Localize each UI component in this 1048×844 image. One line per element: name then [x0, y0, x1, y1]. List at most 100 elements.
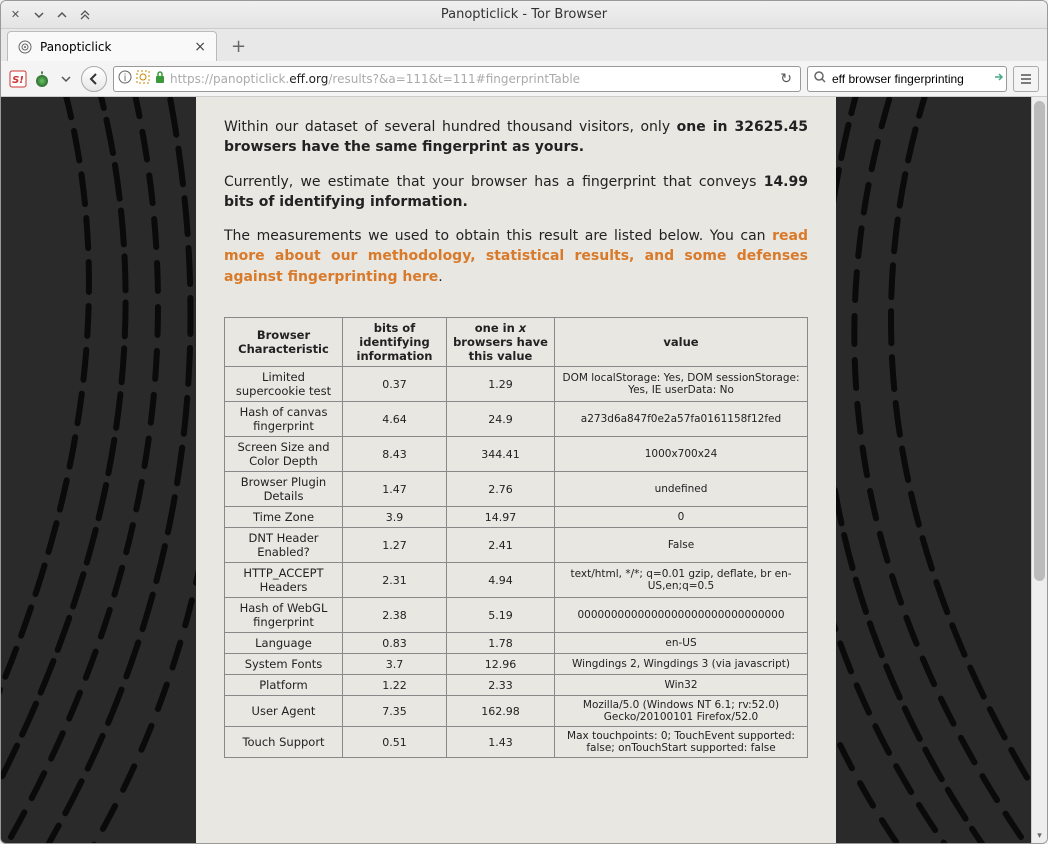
- cell-c: System Fonts: [225, 654, 343, 675]
- cell-v: DOM localStorage: Yes, DOM sessionStorag…: [555, 367, 808, 402]
- search-bar[interactable]: [807, 66, 1007, 92]
- tab-close-button[interactable]: ×: [194, 39, 206, 55]
- summary-paragraph-2: Currently, we estimate that your browser…: [224, 172, 808, 213]
- cell-b: 0.37: [343, 367, 447, 402]
- cell-v: False: [555, 528, 808, 563]
- tab-title: Panopticlick: [40, 40, 111, 54]
- minimize-window-button[interactable]: [32, 8, 45, 21]
- cell-o: 5.19: [447, 598, 555, 633]
- cell-c: Language: [225, 633, 343, 654]
- cell-b: 4.64: [343, 402, 447, 437]
- browser-tab[interactable]: Panopticlick ×: [7, 31, 217, 61]
- scrollbar-down-arrow[interactable]: ▾: [1032, 829, 1047, 843]
- table-row: Limited supercookie test0.371.29DOM loca…: [225, 367, 808, 402]
- cell-c: Hash of canvas fingerprint: [225, 402, 343, 437]
- cell-c: Limited supercookie test: [225, 367, 343, 402]
- cell-c: User Agent: [225, 696, 343, 727]
- tab-favicon-icon: [18, 40, 32, 54]
- col-bits: bits of identifying information: [343, 318, 447, 367]
- page-viewport: Within our dataset of several hundred th…: [1, 97, 1031, 843]
- search-go-icon[interactable]: [993, 71, 1005, 86]
- restore-window-button[interactable]: [78, 8, 91, 21]
- cell-c: Touch Support: [225, 727, 343, 758]
- cell-c: Platform: [225, 675, 343, 696]
- cell-o: 4.94: [447, 563, 555, 598]
- cell-b: 1.22: [343, 675, 447, 696]
- cell-b: 3.7: [343, 654, 447, 675]
- cell-v: en-US: [555, 633, 808, 654]
- url-text: https://panopticlick.eff.org/results?&a=…: [170, 72, 772, 86]
- vertical-scrollbar[interactable]: ▾: [1031, 97, 1047, 843]
- col-value: value: [555, 318, 808, 367]
- back-button[interactable]: [81, 66, 107, 92]
- search-icon: [814, 71, 826, 86]
- cell-v: 1000x700x24: [555, 437, 808, 472]
- svg-text:S!: S!: [12, 75, 24, 86]
- cell-o: 24.9: [447, 402, 555, 437]
- addon-s3-icon[interactable]: S!: [9, 70, 27, 88]
- cell-o: 1.29: [447, 367, 555, 402]
- security-level-dropdown[interactable]: [57, 70, 75, 88]
- cell-o: 344.41: [447, 437, 555, 472]
- reload-button[interactable]: ↻: [776, 71, 796, 87]
- table-row: Hash of canvas fingerprint4.6424.9a273d6…: [225, 402, 808, 437]
- cell-o: 12.96: [447, 654, 555, 675]
- window-titlebar: ✕ Panopticlick - Tor Browser: [1, 1, 1047, 29]
- cell-c: Hash of WebGL fingerprint: [225, 598, 343, 633]
- summary-paragraph-3: The measurements we used to obtain this …: [224, 226, 808, 287]
- table-row: System Fonts3.712.96Wingdings 2, Wingdin…: [225, 654, 808, 675]
- cell-o: 14.97: [447, 507, 555, 528]
- cell-v: 0: [555, 507, 808, 528]
- cell-b: 2.31: [343, 563, 447, 598]
- svg-text:i: i: [124, 73, 127, 84]
- close-window-button[interactable]: ✕: [9, 8, 22, 21]
- cell-c: HTTP_ACCEPT Headers: [225, 563, 343, 598]
- cell-v: Max touchpoints: 0; TouchEvent supported…: [555, 727, 808, 758]
- cell-v: Wingdings 2, Wingdings 3 (via javascript…: [555, 654, 808, 675]
- table-row: HTTP_ACCEPT Headers2.314.94text/html, */…: [225, 563, 808, 598]
- lock-icon[interactable]: [154, 70, 166, 87]
- cell-c: DNT Header Enabled?: [225, 528, 343, 563]
- cell-o: 2.76: [447, 472, 555, 507]
- table-row: User Agent7.35162.98Mozilla/5.0 (Windows…: [225, 696, 808, 727]
- navigation-toolbar: S! i https://panopticlick.eff.org/result…: [1, 61, 1047, 97]
- tab-strip: Panopticlick × +: [1, 29, 1047, 61]
- search-input[interactable]: [832, 72, 987, 86]
- cell-b: 1.47: [343, 472, 447, 507]
- identity-info-icon[interactable]: i: [118, 70, 132, 87]
- tracking-protection-icon[interactable]: [136, 70, 150, 87]
- table-row: DNT Header Enabled?1.272.41False: [225, 528, 808, 563]
- window-title: Panopticlick - Tor Browser: [1, 7, 1047, 22]
- cell-c: Browser Plugin Details: [225, 472, 343, 507]
- table-row: Browser Plugin Details1.472.76undefined: [225, 472, 808, 507]
- cell-v: a273d6a847f0e2a57fa0161158f12fed: [555, 402, 808, 437]
- fingerprint-table: Browser Characteristic bits of identifyi…: [224, 317, 808, 758]
- maximize-window-button[interactable]: [55, 8, 68, 21]
- new-tab-button[interactable]: +: [223, 32, 254, 61]
- address-bar[interactable]: i https://panopticlick.eff.org/results?&…: [113, 66, 801, 92]
- table-row: Screen Size and Color Depth8.43344.41100…: [225, 437, 808, 472]
- cell-b: 3.9: [343, 507, 447, 528]
- browser-window: ✕ Panopticlick - Tor Browser Panopticlic…: [0, 0, 1048, 844]
- scrollbar-thumb[interactable]: [1034, 101, 1045, 581]
- tor-onion-icon[interactable]: [33, 70, 51, 88]
- table-row: Time Zone3.914.970: [225, 507, 808, 528]
- cell-b: 8.43: [343, 437, 447, 472]
- window-controls: ✕: [9, 8, 91, 21]
- page-main-content: Within our dataset of several hundred th…: [196, 97, 836, 843]
- cell-b: 1.27: [343, 528, 447, 563]
- table-row: Platform1.222.33Win32: [225, 675, 808, 696]
- cell-b: 2.38: [343, 598, 447, 633]
- cell-o: 162.98: [447, 696, 555, 727]
- table-row: Hash of WebGL fingerprint2.385.190000000…: [225, 598, 808, 633]
- col-one-in-x: one in x browsers have this value: [447, 318, 555, 367]
- cell-v: 0000000000000000000000000000000: [555, 598, 808, 633]
- summary-paragraph-1: Within our dataset of several hundred th…: [224, 117, 808, 158]
- table-row: Touch Support0.511.43Max touchpoints: 0;…: [225, 727, 808, 758]
- cell-c: Time Zone: [225, 507, 343, 528]
- page-background: Within our dataset of several hundred th…: [1, 97, 1031, 843]
- cell-o: 1.43: [447, 727, 555, 758]
- table-row: Language0.831.78en-US: [225, 633, 808, 654]
- table-header-row: Browser Characteristic bits of identifyi…: [225, 318, 808, 367]
- menu-button[interactable]: [1013, 66, 1039, 92]
